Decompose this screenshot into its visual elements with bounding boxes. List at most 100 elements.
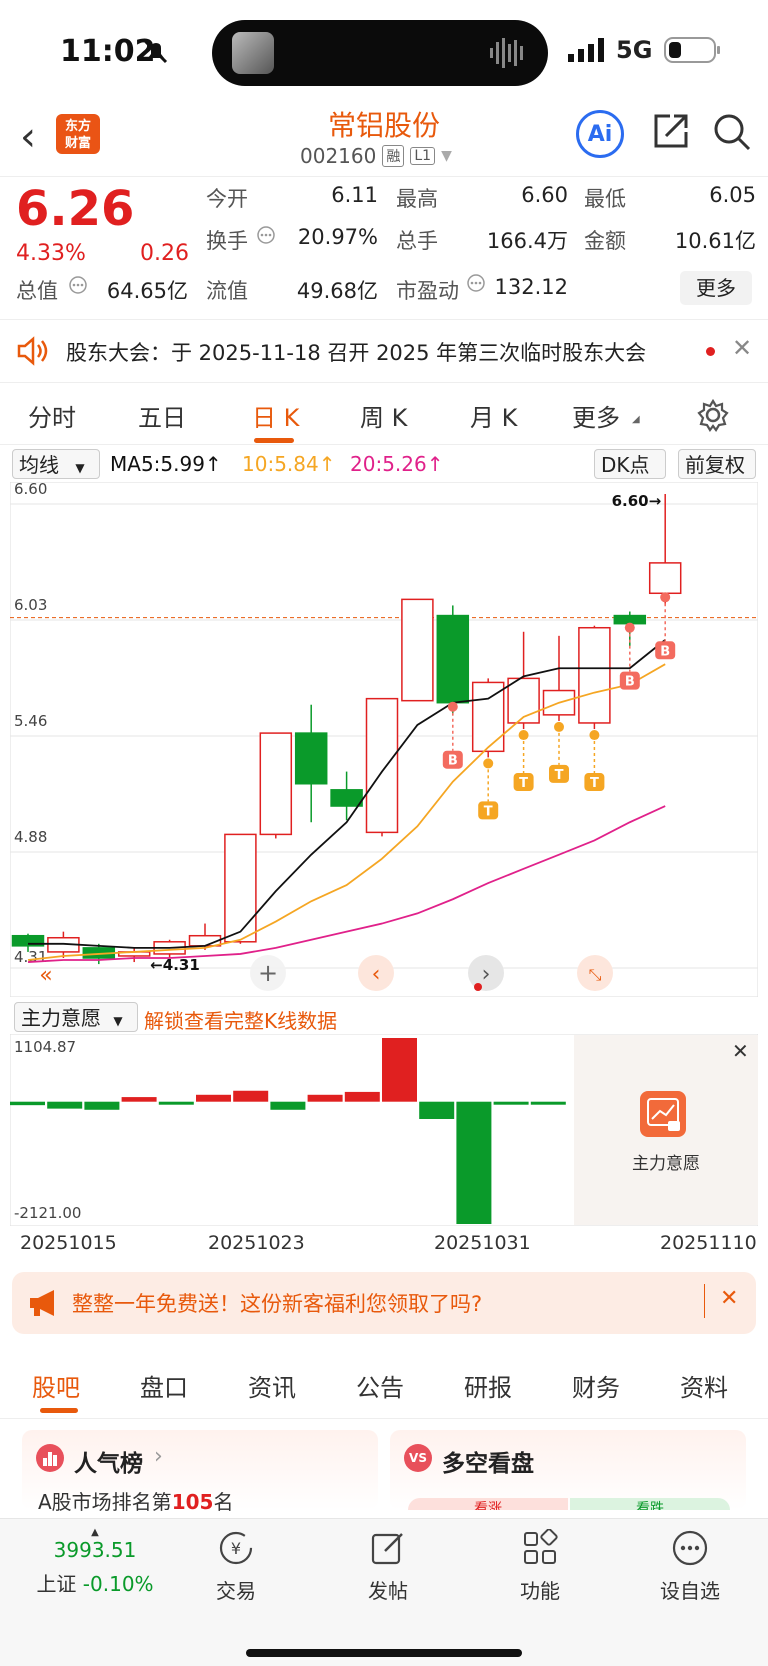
ma-selector[interactable]: 均线 ▼	[12, 449, 100, 479]
promo-banner[interactable]: 整整一年免费送！这份新客福利您领取了吗? ✕	[12, 1272, 756, 1334]
svg-text:B: B	[660, 644, 670, 659]
force-bar	[456, 1101, 492, 1224]
info-dots-icon[interactable]	[68, 275, 88, 295]
dynamic-island	[212, 20, 548, 86]
share-icon[interactable]	[652, 112, 690, 150]
force-bar	[382, 1038, 417, 1102]
force-bar	[158, 1101, 194, 1105]
candle	[401, 598, 434, 702]
candle	[365, 697, 399, 837]
close-icon[interactable]: ✕	[732, 334, 752, 362]
tab-daily-k[interactable]: 日 K	[252, 398, 299, 433]
close-icon[interactable]: ✕	[720, 1286, 738, 1311]
tab-news[interactable]: 资讯	[248, 1368, 296, 1403]
ai-button[interactable]: Ai	[576, 110, 624, 158]
field-value: 10.61亿	[674, 229, 756, 253]
scroll-first-button[interactable]: «	[39, 963, 52, 988]
rise-button[interactable]: 看涨	[408, 1498, 568, 1510]
close-icon[interactable]: ✕	[732, 1039, 749, 1063]
date-label: 20251023	[208, 1232, 305, 1254]
tab-research[interactable]: 研报	[464, 1368, 512, 1403]
field-value: 6.11	[331, 183, 378, 207]
locked-indicator-panel[interactable]: 主力意愿 ✕	[574, 1035, 758, 1225]
notice-bar[interactable]: 股东大会：于 2025-11-18 召开 2025 年第三次临时股东大会 ✕	[0, 320, 768, 383]
indicator-bar: 主力意愿 ▼ 解锁查看完整K线数据	[0, 998, 768, 1034]
tab-announcements[interactable]: 公告	[356, 1368, 404, 1403]
field-label: 换手	[206, 229, 248, 253]
tab-more[interactable]: 更多	[572, 398, 620, 433]
search-icon[interactable]	[712, 112, 752, 152]
tab-weekly-k[interactable]: 周 K	[360, 398, 407, 433]
chevron-down-icon: ▼	[75, 461, 85, 475]
trade-button[interactable]: ¥ 交易	[186, 1529, 286, 1604]
date-label: 20251015	[20, 1232, 117, 1254]
current-price: 6.26	[16, 181, 135, 237]
active-tab-underline	[40, 1408, 78, 1413]
add-watchlist-label: 设自选	[660, 1579, 720, 1603]
date-label: 20251031	[434, 1232, 531, 1254]
indicator-selector[interactable]: 主力意愿 ▼	[14, 1002, 138, 1032]
dk-point-button[interactable]: DK点	[594, 449, 666, 479]
tab-forum[interactable]: 股吧	[32, 1368, 80, 1403]
bottom-toolbar: ▲ 3993.51 上证 -0.10% ¥ 交易 发帖 功能 设自选	[0, 1518, 768, 1666]
fall-button[interactable]: 看跌	[570, 1498, 730, 1510]
fullscreen-button[interactable]: ⤡	[577, 955, 613, 991]
stock-code: 002160	[300, 144, 377, 168]
y-tick-label: 5.46	[14, 712, 47, 730]
level-tag: L1	[410, 147, 436, 165]
tab-intraday[interactable]: 分时	[28, 398, 76, 433]
settings-gear-icon[interactable]	[696, 398, 730, 432]
post-label: 发帖	[368, 1579, 408, 1603]
vs-icon: VS	[404, 1444, 432, 1472]
tab-profile[interactable]: 资料	[680, 1368, 728, 1403]
adjust-button[interactable]: 前复权	[678, 449, 756, 479]
candle	[259, 732, 293, 839]
popularity-card[interactable]: 人气榜 › A股市场排名第105名	[22, 1430, 378, 1514]
y-tick-label: 1104.87	[14, 1038, 76, 1056]
caret-up-icon: ▲	[91, 1527, 99, 1538]
scroll-right-button[interactable]: ›	[468, 955, 504, 991]
tab-financials[interactable]: 财务	[572, 1368, 620, 1403]
back-icon[interactable]: ‹	[20, 114, 36, 160]
force-bar	[307, 1094, 343, 1102]
index-change: -0.10%	[82, 1572, 154, 1596]
stock-header: 常铝股份 ‹ 东方 财富 002160 融 L1 ▼ Ai	[0, 100, 768, 177]
long-short-card[interactable]: VS 多空看盘 看涨 看跌	[390, 1430, 746, 1510]
kline-chart[interactable]: 6.606.035.464.884.31 BTTTTBB 6.60→←4.31 …	[10, 482, 758, 997]
signal-icon	[568, 38, 604, 62]
promo-text: 整整一年免费送！这份新客福利您领取了吗?	[72, 1292, 483, 1316]
tab-order-book[interactable]: 盘口	[140, 1368, 188, 1403]
trade-label: 交易	[216, 1579, 256, 1603]
rank-text: A股市场排名第105名	[38, 1486, 233, 1515]
field-value: 20.97%	[297, 225, 378, 249]
stock-code-line[interactable]: 002160 融 L1 ▼	[300, 144, 452, 168]
field-value: 64.65亿	[106, 279, 188, 303]
add-watchlist-button[interactable]: 设自选	[640, 1529, 740, 1604]
index-ticker[interactable]: ▲ 3993.51 上证 -0.10%	[20, 1527, 170, 1597]
tab-monthly-k[interactable]: 月 K	[470, 398, 517, 433]
force-bar	[121, 1097, 157, 1102]
home-indicator	[246, 1649, 522, 1657]
change-amount: 0.26	[140, 241, 189, 266]
svg-text:⤡: ⤡	[589, 965, 602, 984]
chevron-right-icon: ›	[154, 1444, 163, 1469]
field-label: 今开	[206, 187, 248, 211]
zoom-in-button[interactable]: +	[250, 955, 286, 991]
info-dots-icon[interactable]	[256, 225, 276, 245]
y-tick-label: -2121.00	[14, 1204, 81, 1222]
edit-icon	[371, 1533, 403, 1565]
scroll-left-button[interactable]: ‹	[358, 955, 394, 991]
rank-suffix: 名	[213, 1490, 234, 1514]
svg-text:›: ›	[482, 962, 491, 987]
tab-five-day[interactable]: 五日	[138, 398, 186, 433]
force-bar	[419, 1101, 455, 1120]
unlock-link[interactable]: 解锁查看完整K线数据	[144, 1005, 337, 1034]
functions-button[interactable]: 功能	[490, 1528, 590, 1604]
post-button[interactable]: 发帖	[338, 1529, 438, 1604]
indicator-selector-label: 主力意愿	[21, 1006, 101, 1030]
yuan-exchange-icon: ¥	[219, 1531, 253, 1565]
date-axis: 20251015 20251023 20251031 20251110	[0, 1232, 768, 1260]
rank-number: 105	[171, 1490, 214, 1514]
more-button[interactable]: 更多	[680, 271, 752, 305]
battery-icon	[664, 37, 721, 63]
